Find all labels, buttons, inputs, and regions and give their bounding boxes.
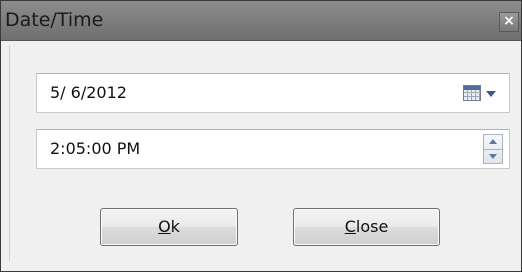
close-accelerator: C xyxy=(344,217,356,236)
close-button[interactable]: Close xyxy=(293,208,440,246)
calendar-dropdown-button[interactable] xyxy=(463,83,501,105)
calendar-icon xyxy=(463,85,481,101)
chevron-down-icon xyxy=(486,91,496,97)
time-value[interactable]: 2:05:00 PM xyxy=(50,139,140,159)
time-picker[interactable]: 2:05:00 PM xyxy=(36,129,510,169)
spin-divider xyxy=(484,149,502,150)
date-value[interactable]: 5/ 6/2012 xyxy=(50,83,127,103)
ok-button[interactable]: Ok xyxy=(100,208,238,246)
date-time-dialog: Date/Time × 5/ 6/2012 2:05:00 PM Ok Clos… xyxy=(0,0,522,272)
ok-accelerator: O xyxy=(158,217,171,236)
title-bar[interactable]: Date/Time × xyxy=(1,1,521,41)
spin-up-icon[interactable] xyxy=(489,139,497,144)
window-close-button[interactable]: × xyxy=(499,12,519,32)
dialog-content: 5/ 6/2012 2:05:00 PM Ok Close xyxy=(9,45,514,261)
window-title: Date/Time xyxy=(5,9,104,31)
ok-label-rest: k xyxy=(170,217,180,236)
time-spin-control[interactable] xyxy=(483,134,503,164)
date-picker[interactable]: 5/ 6/2012 xyxy=(36,73,510,113)
close-label-rest: lose xyxy=(355,217,389,236)
spin-down-icon[interactable] xyxy=(489,154,497,159)
